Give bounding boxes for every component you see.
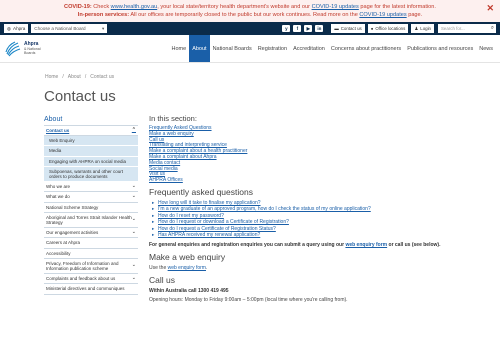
sidebar-item-who-we-are[interactable]: Who we are ⌄ xyxy=(44,182,138,193)
nav-news[interactable]: News xyxy=(476,35,496,62)
covid-updates-link-2[interactable]: COVID-19 updates xyxy=(359,12,406,18)
faq-link[interactable]: How do I request or download a Certifica… xyxy=(158,219,289,225)
chat-icon: ▬ xyxy=(334,26,339,31)
breadcrumb-home[interactable]: Home xyxy=(45,74,58,80)
web-enquiry-text: Use the web enquiry form. xyxy=(149,265,208,272)
ahpra-logo[interactable]: Ahpra & National Boards xyxy=(4,35,54,62)
social-links: y f ▶ in xyxy=(282,25,324,32)
covid-banner: COVID-19: Check www.health.gov.au, your … xyxy=(0,0,500,22)
utility-bar: ◍ Ahpra Choose a National Board ▾ y f ▶ … xyxy=(0,22,500,35)
board-select[interactable]: Choose a National Board ▾ xyxy=(31,24,108,33)
nav-about[interactable]: About xyxy=(189,35,210,62)
chevron-up-icon[interactable]: ⌃ xyxy=(132,127,136,133)
sidebar-sub-media[interactable]: Media xyxy=(44,146,138,157)
breadcrumb: Home / About / Contact us xyxy=(45,74,115,80)
faq-link[interactable]: I'm a new graduate of an approved progra… xyxy=(158,206,371,212)
section-heading: In this section: xyxy=(149,114,197,123)
nav-home[interactable]: Home xyxy=(169,35,190,62)
sidebar-item-contact-us[interactable]: Contact us ⌃ xyxy=(44,126,138,137)
phone-number-text: Within Australia call 1300 419 495 xyxy=(149,288,229,295)
page-title: Contact us xyxy=(44,88,116,105)
list-item: Has AHPRA received my renewal applicatio… xyxy=(152,232,489,239)
office-locations-button[interactable]: ● Office locations xyxy=(367,24,409,33)
sidebar-sub-web-enquiry[interactable]: Web Enquiry xyxy=(44,136,138,147)
ahpra-home-chip[interactable]: ◍ Ahpra xyxy=(4,24,29,33)
sidebar-heading[interactable]: About xyxy=(44,114,138,126)
covid-label: COVID-19: xyxy=(64,4,92,10)
sidebar-item-ministerial[interactable]: Ministerial directives and communiques xyxy=(44,284,138,295)
nav-national-boards[interactable]: National Boards xyxy=(210,35,255,62)
facebook-icon[interactable]: f xyxy=(293,25,302,32)
sidebar-item-what-we-do[interactable]: What we do ⌄ xyxy=(44,192,138,203)
site-header: Ahpra & National Boards Home About Natio… xyxy=(0,35,500,63)
nav-publications[interactable]: Publications and resources xyxy=(404,35,476,62)
call-us-heading: Call us xyxy=(149,275,175,286)
web-enquiry-form-link-2[interactable]: web enquiry form xyxy=(168,265,206,271)
map-pin-icon: ● xyxy=(370,26,374,31)
user-icon: ♟ xyxy=(414,25,419,31)
chevron-down-icon[interactable]: ⌄ xyxy=(132,230,136,235)
breadcrumb-about[interactable]: About xyxy=(68,74,81,80)
search-icon[interactable]: ⌕ xyxy=(491,25,494,32)
web-enquiry-form-link[interactable]: web enquiry form xyxy=(345,242,387,248)
covid-updates-link[interactable]: COVID-19 updates xyxy=(312,4,359,10)
chevron-down-icon: ▾ xyxy=(101,25,105,31)
covid-line-2: In-person services: All our offices are … xyxy=(77,12,423,18)
faq-link[interactable]: How long will it take to finalise my app… xyxy=(158,200,261,206)
nav-accreditation[interactable]: Accreditation xyxy=(290,35,328,62)
contact-us-button[interactable]: ▬ Contact us xyxy=(331,24,365,33)
twitter-icon[interactable]: y xyxy=(282,25,291,32)
ahpra-logo-mark xyxy=(5,40,21,56)
faq-list: How long will it take to finalise my app… xyxy=(149,200,489,239)
in-person-label: In-person services: xyxy=(77,12,130,18)
main-content: In this section: Frequently Asked Questi… xyxy=(149,114,489,303)
health-gov-link[interactable]: www.health.gov.au xyxy=(111,4,158,10)
sidebar-item-engagement[interactable]: Our engagement activities ⌄ xyxy=(44,228,138,239)
sidebar-sub-social-media[interactable]: Engaging with AHPRA on social media xyxy=(44,156,138,167)
chevron-down-icon[interactable]: ⌄ xyxy=(132,276,136,281)
section-links: Frequently Asked Questions Make a web en… xyxy=(149,125,489,184)
sidebar-item-national-scheme-strategy[interactable]: National Scheme Strategy xyxy=(44,203,138,213)
faq-link[interactable]: How do I reset my password? xyxy=(158,213,224,219)
sidebar-sub-subpoenas[interactable]: Subpoenas, warrants and other court orde… xyxy=(44,166,138,183)
covid-line-1: COVID-19: Check www.health.gov.au, your … xyxy=(64,4,436,10)
sidebar-item-careers[interactable]: Careers at Ahpra xyxy=(44,238,138,249)
sidebar: About Contact us ⌃ Web Enquiry Media Eng… xyxy=(44,114,138,295)
close-icon[interactable]: ✕ xyxy=(486,4,494,13)
faq-link[interactable]: Has AHPRA received my renewal applicatio… xyxy=(158,232,260,238)
general-enquiries-text: For general enquiries and registration e… xyxy=(149,241,441,248)
login-button[interactable]: ♟ Login xyxy=(411,24,434,33)
main-nav: Home About National Boards Registration … xyxy=(54,35,500,62)
sidebar-item-complaints[interactable]: Complaints and feedback about us ⌄ xyxy=(44,274,138,285)
sidebar-item-aboriginal-health-strategy[interactable]: Aboriginal and Torres Strait Islander He… xyxy=(44,213,138,229)
youtube-icon[interactable]: ▶ xyxy=(304,25,313,32)
nav-registration[interactable]: Registration xyxy=(255,35,290,62)
chevron-down-icon[interactable]: ⌄ xyxy=(132,263,136,268)
sidebar-item-accessibility[interactable]: Accessibility xyxy=(44,249,138,259)
nav-concerns[interactable]: Concerns about practitioners xyxy=(328,35,404,62)
breadcrumb-current: Contact us xyxy=(90,74,115,80)
chevron-down-icon[interactable]: ⌄ xyxy=(132,194,136,199)
faq-heading: Frequently asked questions xyxy=(149,186,253,197)
chevron-down-icon[interactable]: ⌄ xyxy=(132,184,136,189)
globe-icon: ◍ xyxy=(7,25,12,31)
link-ahpra-offices[interactable]: AHPRA Offices xyxy=(149,177,489,184)
opening-hours-text: Opening hours: Monday to Friday 9:00am –… xyxy=(149,297,348,304)
faq-link[interactable]: How do I request a Certificate of Regist… xyxy=(158,226,276,232)
linkedin-icon[interactable]: in xyxy=(315,25,324,32)
search-input[interactable]: Search for... ⌕ xyxy=(438,24,496,33)
chevron-down-icon[interactable]: ⌄ xyxy=(132,217,136,222)
sidebar-item-privacy-foi[interactable]: Privacy, Freedom of Information and Info… xyxy=(44,259,138,275)
web-enquiry-heading: Make a web enquiry xyxy=(149,252,226,263)
